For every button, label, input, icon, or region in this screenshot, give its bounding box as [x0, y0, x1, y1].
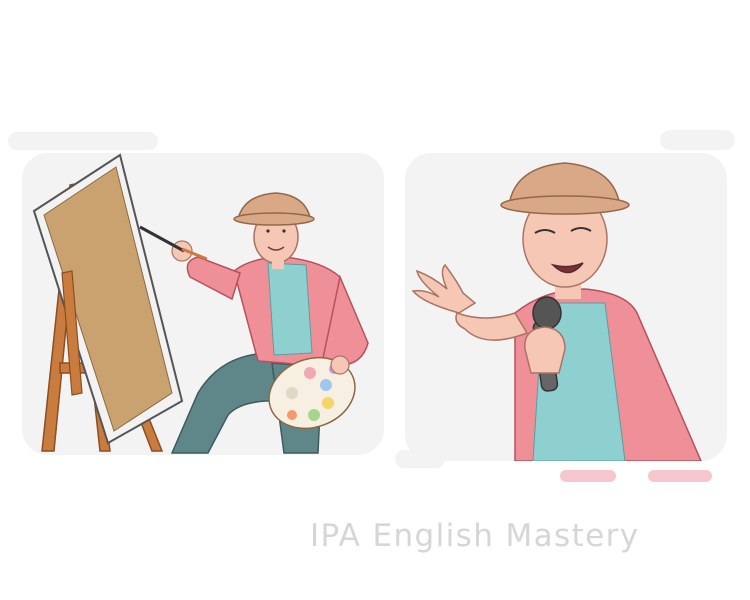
background-swoosh: [8, 132, 158, 150]
decorative-smudge: [560, 470, 616, 482]
open-hand: [411, 263, 477, 314]
illustration-painter: [22, 153, 384, 455]
background-swoosh: [660, 130, 735, 150]
illustration-singer: [405, 153, 727, 461]
decorative-smudge: [648, 470, 712, 482]
t-shirt: [267, 262, 313, 356]
watermark: IPA English Mastery: [310, 518, 640, 554]
